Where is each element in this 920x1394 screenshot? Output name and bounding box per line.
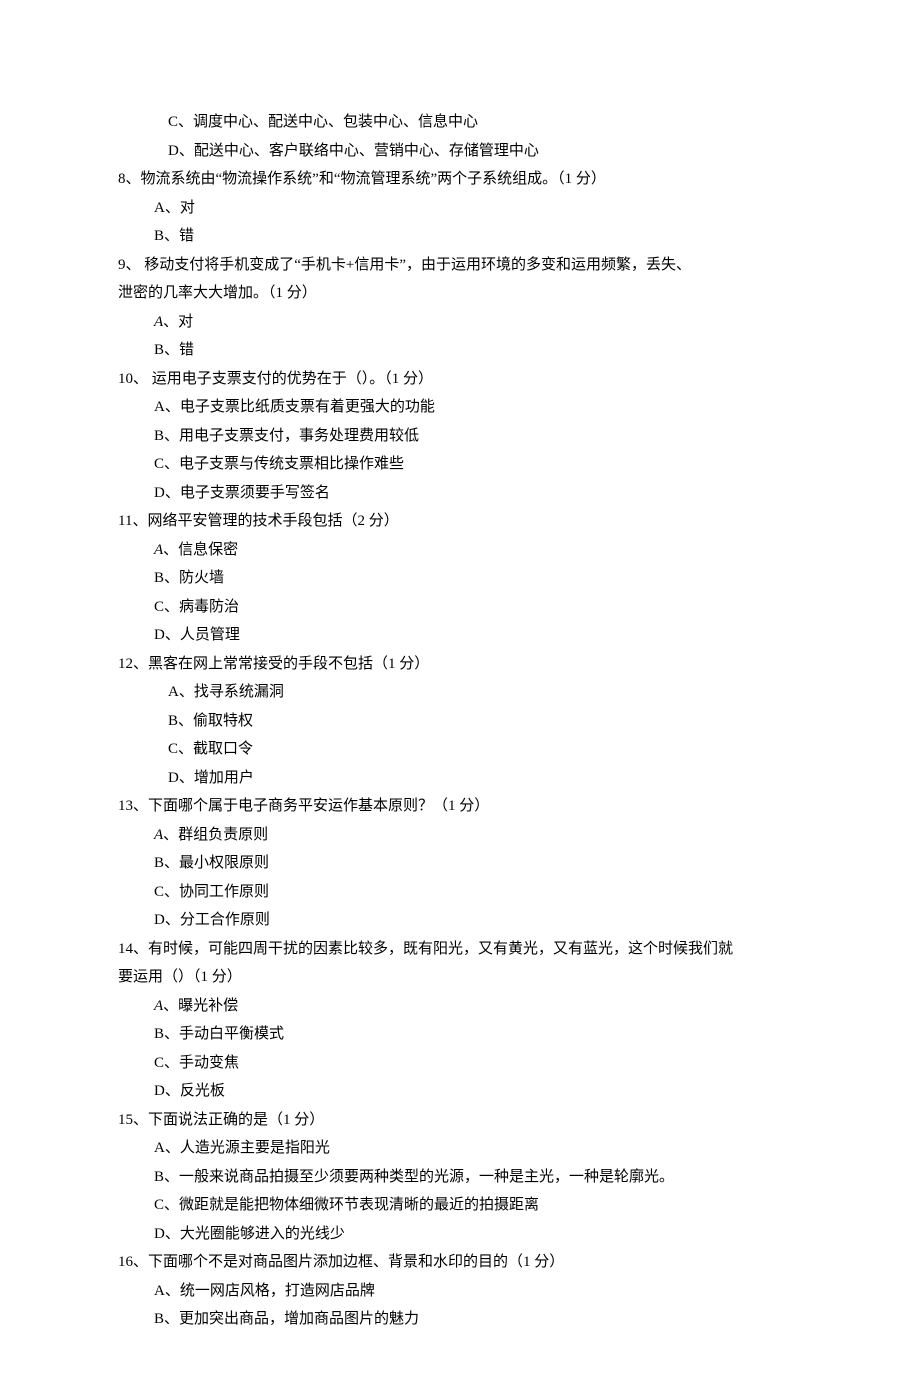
text-line: 11、网络平安管理的技术手段包括（2 分） [118, 507, 802, 536]
text-line: 14、有时候，可能四周干扰的因素比较多，既有阳光，又有黄光，又有蓝光，这个时候我… [118, 935, 802, 964]
text-line: A、找寻系统漏洞 [118, 678, 802, 707]
document-page: C、调度中心、配送中心、包装中心、信息中心D、配送中心、客户联络中心、营销中心、… [0, 0, 920, 1394]
text-line: D、大光圈能够进入的光线少 [118, 1220, 802, 1249]
text-line: 要运用（）（1 分） [118, 963, 802, 992]
text-line: C、截取口令 [118, 735, 802, 764]
text-line: A、群组负责原则 [118, 821, 802, 850]
text-line: B、一般来说商品拍摄至少须要两种类型的光源，一种是主光，一种是轮廓光。 [118, 1163, 802, 1192]
text-line: D、分工合作原则 [118, 906, 802, 935]
text-line: A、对 [118, 308, 802, 337]
text-line: D、反光板 [118, 1077, 802, 1106]
text-line: 13、下面哪个属于电子商务平安运作基本原则？（1 分） [118, 792, 802, 821]
text-line: B、偷取特权 [118, 707, 802, 736]
text-line: 10、 运用电子支票支付的优势在于（）。（1 分） [118, 365, 802, 394]
text-line: D、人员管理 [118, 621, 802, 650]
text-line: 8、物流系统由“物流操作系统”和“物流管理系统”两个子系统组成。（1 分） [118, 165, 802, 194]
text-line: C、电子支票与传统支票相比操作难些 [118, 450, 802, 479]
text-line: 泄密的几率大大增加。（1 分） [118, 279, 802, 308]
text-line: A、电子支票比纸质支票有着更强大的功能 [118, 393, 802, 422]
text-line: D、配送中心、客户联络中心、营销中心、存储管理中心 [118, 137, 802, 166]
text-line: C、协同工作原则 [118, 878, 802, 907]
text-line: A、曝光补偿 [118, 992, 802, 1021]
text-line: C、调度中心、配送中心、包装中心、信息中心 [118, 108, 802, 137]
text-line: C、微距就是能把物体细微环节表现清晰的最近的拍摄距离 [118, 1191, 802, 1220]
text-line: A、对 [118, 194, 802, 223]
text-line: 12、黑客在网上常常接受的手段不包括（1 分） [118, 650, 802, 679]
text-line: B、防火墙 [118, 564, 802, 593]
text-line: 9、 移动支付将手机变成了“手机卡+信用卡”，由于运用环境的多变和运用频繁，丢失… [118, 251, 802, 280]
text-line: B、最小权限原则 [118, 849, 802, 878]
text-line: 16、下面哪个不是对商品图片添加边框、背景和水印的目的（1 分） [118, 1248, 802, 1277]
text-line: C、手动变焦 [118, 1049, 802, 1078]
text-line: C、病毒防治 [118, 593, 802, 622]
text-line: D、电子支票须要手写签名 [118, 479, 802, 508]
text-line: D、增加用户 [118, 764, 802, 793]
text-line: B、更加突出商品，增加商品图片的魅力 [118, 1305, 802, 1334]
text-line: 15、下面说法正确的是（1 分） [118, 1106, 802, 1135]
text-line: B、用电子支票支付，事务处理费用较低 [118, 422, 802, 451]
text-line: B、手动白平衡模式 [118, 1020, 802, 1049]
text-line: B、错 [118, 222, 802, 251]
text-line: B、错 [118, 336, 802, 365]
text-line: A、信息保密 [118, 536, 802, 565]
text-line: A、人造光源主要是指阳光 [118, 1134, 802, 1163]
